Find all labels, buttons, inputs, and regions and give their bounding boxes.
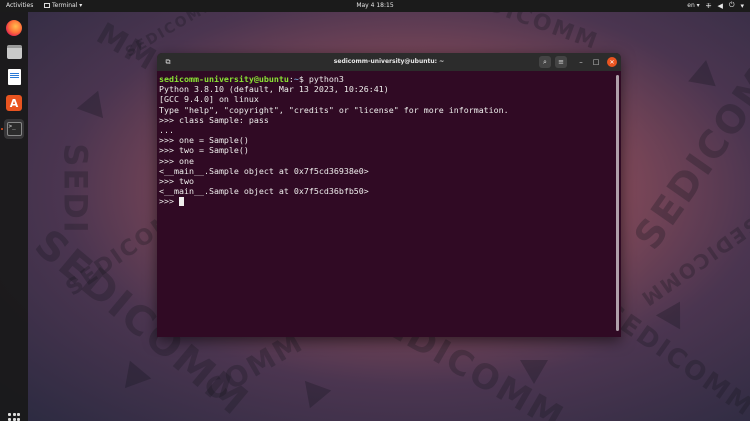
scrollbar-thumb[interactable] [616, 75, 619, 331]
title-bar[interactable]: ⧉ sedicomm-university@ubuntu: ~ ⌕ ≡ – □ … [157, 53, 621, 71]
dock: A >_ [0, 12, 28, 421]
scrollbar[interactable] [616, 75, 619, 331]
search-button[interactable]: ⌕ [539, 56, 551, 68]
running-indicator [1, 128, 3, 130]
files-icon [6, 45, 22, 59]
command: python3 [308, 74, 344, 84]
minimize-icon: – [579, 58, 583, 66]
firefox-icon [6, 20, 22, 36]
menu-button[interactable]: ≡ [555, 56, 567, 68]
window-title: sedicomm-university@ubuntu: ~ [333, 58, 445, 65]
power-icon: ⏻ [728, 1, 735, 9]
show-applications-icon[interactable] [8, 413, 20, 421]
active-prompt-line: >>> [159, 196, 614, 207]
dock-firefox[interactable] [4, 18, 24, 38]
terminal-icon: >_ [6, 122, 22, 136]
output-line: ... [159, 125, 174, 136]
close-button[interactable]: ✕ [607, 57, 617, 67]
output-line: >>> one = Sample() [159, 135, 249, 146]
output-line: >>> two [159, 176, 194, 187]
hamburger-menu-icon: ≡ [558, 58, 564, 66]
prompt-user: sedicomm-university@ubuntu [159, 74, 289, 84]
libreoffice-writer-icon [7, 69, 21, 85]
output-line: <__main__.Sample object at 0x7f5cd36938e… [159, 165, 369, 176]
clock[interactable]: May 4 18:15 [0, 2, 750, 9]
ubuntu-software-icon: A [6, 95, 22, 111]
dock-terminal[interactable]: >_ [4, 119, 24, 139]
top-bar: Activities Terminal ▾ May 4 18:15 en ▾ ⁜… [0, 0, 750, 12]
minimize-button[interactable]: – [575, 56, 587, 68]
dock-writer[interactable] [4, 67, 24, 87]
text-cursor [178, 197, 184, 207]
dock-files[interactable] [4, 42, 24, 62]
output-line: >>> two = Sample() [159, 145, 249, 156]
maximize-icon: □ [592, 58, 600, 66]
prompt-dollar: $ [298, 74, 309, 84]
search-icon: ⌕ [543, 57, 547, 66]
python-prompt: >>> [159, 196, 179, 207]
close-icon: ✕ [609, 58, 615, 66]
volume-icon: ◀ [717, 1, 723, 10]
maximize-button[interactable]: □ [590, 56, 602, 68]
output-line: Python 3.8.10 (default, Mar 13 2023, 10:… [159, 84, 389, 95]
language-indicator[interactable]: en ▾ [687, 2, 699, 9]
output-line: Type "help", "copyright", "credits" or "… [159, 104, 509, 115]
dock-software[interactable]: A [4, 93, 24, 113]
output-line: <__main__.Sample object at 0x7f5cd36bfb5… [159, 186, 369, 197]
output-line: >>> class Sample: pass [159, 114, 269, 125]
terminal-window: ⧉ sedicomm-university@ubuntu: ~ ⌕ ≡ – □ … [157, 53, 621, 337]
prompt-line: sedicomm-university@ubuntu:~$ python3 [159, 74, 614, 84]
output-line: [GCC 9.4.0] on linux [159, 94, 259, 105]
system-tray[interactable]: en ▾ ⁜ ◀ ⏻ ▾ [687, 1, 744, 10]
terminal-output[interactable]: sedicomm-university@ubuntu:~$ python3 Pyt… [159, 74, 614, 334]
output-line: >>> one [159, 155, 194, 166]
chevron-down-icon: ▾ [740, 1, 744, 10]
network-icon: ⁜ [705, 1, 712, 10]
